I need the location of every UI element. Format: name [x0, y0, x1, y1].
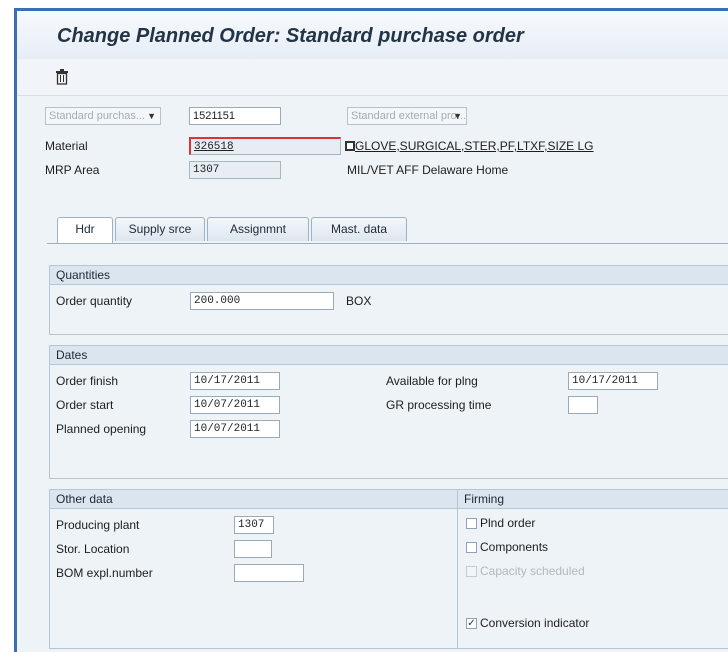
- stor-location-field[interactable]: [234, 540, 272, 558]
- material-desc-marker-icon: [345, 141, 355, 151]
- gr-processing-time-field[interactable]: [568, 396, 598, 414]
- order-finish-label: Order finish: [56, 374, 119, 388]
- sap-window: Change Planned Order: Standard purchase …: [14, 8, 728, 652]
- order-start-field[interactable]: 10/07/2011: [190, 396, 280, 414]
- other-data-group: Other data Producing plant 1307 Stor. Lo…: [49, 489, 459, 649]
- trash-icon[interactable]: [55, 69, 69, 85]
- firming-group: Firming Plnd order Components Capacity s…: [457, 489, 728, 649]
- material-description: GLOVE,SURGICAL,STER,PF,LTXF,SIZE LG: [355, 139, 594, 153]
- procurement-type-value: Standard external pro...: [351, 110, 466, 122]
- chevron-down-icon: ▼: [147, 111, 156, 121]
- title-bar: Change Planned Order: Standard purchase …: [17, 11, 728, 59]
- material-field[interactable]: 326518: [189, 137, 341, 155]
- order-type-value: Standard purchas...: [49, 110, 146, 122]
- procurement-type-dropdown[interactable]: Standard external pro... ▼: [347, 107, 467, 125]
- gr-processing-time-label: GR processing time: [386, 398, 492, 412]
- firming-header: Firming: [458, 490, 728, 509]
- other-data-header: Other data: [50, 490, 458, 509]
- components-label: Components: [480, 540, 549, 554]
- planned-opening-field[interactable]: 10/07/2011: [190, 420, 280, 438]
- material-label: Material: [45, 139, 88, 153]
- stor-location-label: Stor. Location: [56, 542, 130, 556]
- tab-assignmnt[interactable]: Assignmnt: [207, 217, 309, 241]
- order-number-field[interactable]: 1521151: [189, 107, 281, 125]
- material-value: 326518: [194, 141, 234, 153]
- quantities-header: Quantities: [50, 266, 728, 285]
- plnd-order-label: Plnd order: [480, 516, 536, 530]
- tab-supply-srce[interactable]: Supply srce: [115, 217, 205, 241]
- bom-expl-number-label: BOM expl.number: [56, 566, 153, 580]
- dates-group: Dates Order finish 10/17/2011 Order star…: [49, 345, 728, 479]
- conversion-indicator-label: Conversion indicator: [480, 616, 590, 630]
- toolbar: [17, 59, 728, 96]
- order-quantity-unit: BOX: [346, 294, 372, 308]
- capacity-scheduled-checkbox: [466, 566, 477, 577]
- tab-mast-data[interactable]: Mast. data: [311, 217, 407, 241]
- available-for-plng-field[interactable]: 10/17/2011: [568, 372, 658, 390]
- page-title: Change Planned Order: Standard purchase …: [57, 25, 524, 47]
- mrp-area-description: MIL/VET AFF Delaware Home: [347, 163, 509, 177]
- conversion-indicator-checkbox[interactable]: ✓: [466, 618, 477, 629]
- mrp-area-label: MRP Area: [45, 163, 100, 177]
- capacity-scheduled-label: Capacity scheduled: [480, 564, 585, 578]
- chevron-down-icon: ▼: [453, 111, 462, 121]
- bom-expl-number-field[interactable]: [234, 564, 304, 582]
- order-start-label: Order start: [56, 398, 114, 412]
- quantities-group: Quantities Order quantity 200.000 BOX: [49, 265, 728, 335]
- dates-header: Dates: [50, 346, 728, 365]
- order-quantity-label: Order quantity: [56, 294, 133, 308]
- tab-hdr[interactable]: Hdr: [57, 217, 113, 243]
- components-checkbox[interactable]: [466, 542, 477, 553]
- producing-plant-field[interactable]: 1307: [234, 516, 274, 534]
- mrp-area-field[interactable]: 1307: [189, 161, 281, 179]
- order-type-dropdown[interactable]: Standard purchas... ▼: [45, 107, 161, 125]
- planned-opening-label: Planned opening: [56, 422, 147, 436]
- order-finish-field[interactable]: 10/17/2011: [190, 372, 280, 390]
- available-for-plng-label: Available for plng: [386, 374, 478, 388]
- plnd-order-checkbox[interactable]: [466, 518, 477, 529]
- order-quantity-field[interactable]: 200.000: [190, 292, 334, 310]
- producing-plant-label: Producing plant: [56, 518, 140, 532]
